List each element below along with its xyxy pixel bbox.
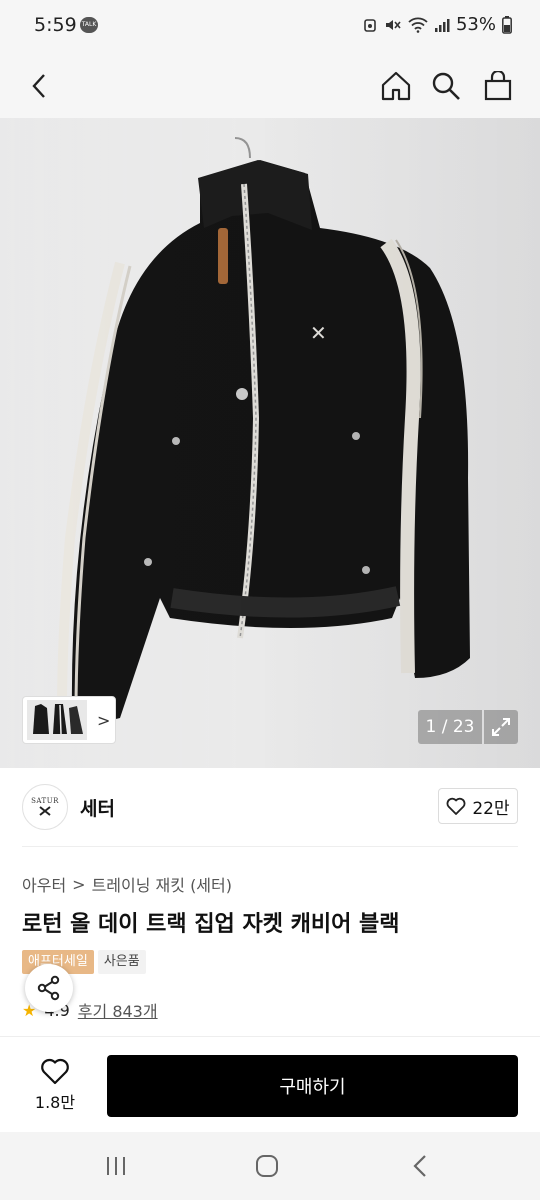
cart-button[interactable] [476,64,520,108]
app-bar [0,54,540,118]
thumbnail-image [27,700,87,740]
back-button[interactable] [18,64,62,108]
kakaotalk-notification-icon: TALK [80,17,98,33]
back-nav-icon [413,1155,426,1177]
divider [22,846,518,847]
battery-icon [502,15,512,34]
share-button[interactable] [25,964,73,1012]
home-button[interactable] [374,64,418,108]
home-nav-button[interactable] [247,1150,287,1182]
expand-button[interactable] [484,710,518,744]
chevron-left-icon [32,74,45,98]
status-icons: 53% [362,14,512,35]
recent-apps-button[interactable] [96,1150,136,1182]
wishlist-button[interactable]: 1.8만 [22,1053,88,1117]
home-circle-icon [256,1155,278,1177]
category-main-link[interactable]: 아우터 [22,872,66,896]
breadcrumb-separator: > [72,874,86,894]
review-link[interactable]: 후기 843개 [78,998,158,1022]
brand-logo[interactable]: SATUR [22,784,68,830]
brand-like-count: 22만 [472,798,510,819]
share-icon [37,975,60,1001]
battery-percent: 53% [455,14,496,35]
search-button[interactable] [424,64,468,108]
track-jacket-image: ✕ [0,118,540,768]
wifi-icon [408,17,428,33]
brand-row: SATUR 세터 22만 [0,768,540,846]
product-title: 로턴 올 데이 트랙 집업 자켓 캐비어 블랙 [22,912,400,937]
recent-apps-icon [107,1157,125,1175]
brand-logo-text: SATUR [31,797,59,805]
heart-icon [41,1058,69,1085]
thumbnail-strip[interactable]: > [22,696,116,744]
status-time: 5:59 [34,14,77,36]
product-image[interactable]: ✕ [0,118,540,768]
buy-button[interactable]: 구매하기 [107,1055,518,1117]
system-nav-bar [0,1132,540,1200]
wishlist-count: 1.8만 [34,1093,76,1112]
brand-emblem-icon [39,806,51,816]
expand-icon [492,718,510,736]
home-icon [381,71,411,101]
status-bar: 5:59 TALK 53% [0,0,540,54]
mute-icon [385,19,401,30]
signal-icon [434,18,450,32]
purchase-bar: 1.8만 구매하기 [0,1036,540,1132]
brand-like-button[interactable]: 22만 [438,788,518,824]
brand-name[interactable]: 세터 [80,794,115,821]
shopping-bag-icon [484,71,512,101]
alarm-icon [364,18,376,32]
heart-icon [446,797,466,815]
image-counter: 1 / 23 [418,710,482,744]
breadcrumb: 아우터 > 트레이닝 재킷 (세터) [22,872,232,896]
category-sub-link[interactable]: 트레이닝 재킷 (세터) [92,872,232,896]
search-icon [432,72,460,100]
thumbnail-more-icon: > [97,710,111,730]
back-nav-button[interactable] [400,1150,440,1182]
gift-tag: 사은품 [97,950,146,974]
